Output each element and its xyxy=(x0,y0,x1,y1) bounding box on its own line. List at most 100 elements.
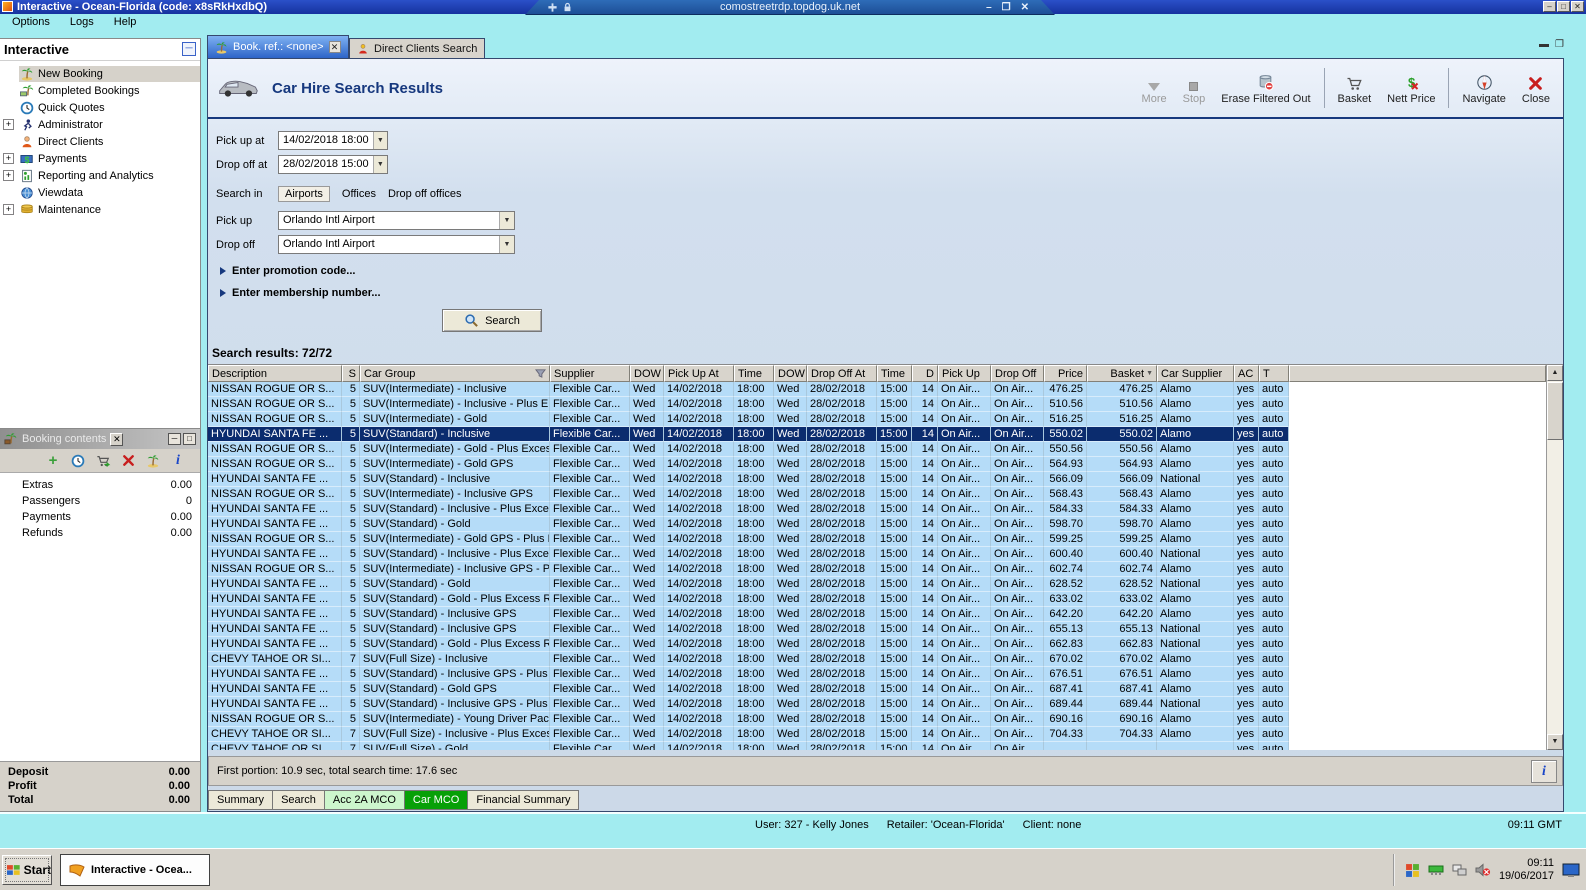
table-row[interactable]: HYUNDAI SANTA FE ... 5 SUV(Standard) - Inc… xyxy=(208,427,1546,442)
start-button[interactable]: Start xyxy=(2,855,52,885)
sidebar-collapse-button[interactable]: ─ xyxy=(182,42,196,56)
sidebar-item-direct-clients[interactable]: Direct Clients xyxy=(0,133,200,150)
sidebar-item-reporting-analytics[interactable]: + Reporting and Analytics xyxy=(0,167,200,184)
sidebar-item-payments[interactable]: + $ Payments xyxy=(0,150,200,167)
more-button[interactable]: More xyxy=(1135,70,1174,108)
delete-icon[interactable] xyxy=(120,453,136,469)
column-header-car-group[interactable]: Car Group xyxy=(360,365,550,382)
column-header-dow[interactable]: DOW xyxy=(774,365,807,382)
menu-help[interactable]: Help xyxy=(106,14,145,31)
tray-network-card-icon[interactable] xyxy=(1428,864,1444,876)
scroll-up-icon[interactable]: ▲ xyxy=(1547,365,1563,381)
column-header-time[interactable]: Time xyxy=(877,365,912,382)
rdp-close-button[interactable]: ✕ xyxy=(1021,2,1029,13)
column-header-description[interactable]: Description xyxy=(208,365,342,382)
dropoff-location-select[interactable]: Orlando Intl Airport ▼ xyxy=(278,235,515,254)
scroll-thumb[interactable] xyxy=(1547,382,1563,440)
table-row[interactable]: NISSAN ROGUE OR S... 5 SUV(Intermediate) -… xyxy=(208,532,1546,547)
tray-connection-icon[interactable] xyxy=(1452,864,1467,877)
booking-palm-button[interactable] xyxy=(145,453,161,469)
table-row[interactable]: NISSAN ROGUE OR S... 5 SUV(Intermediate) -… xyxy=(208,412,1546,427)
taskbar-item-interactive[interactable]: Interactive - Ocea... xyxy=(60,854,210,886)
search-in-tab-dropoff-offices[interactable]: Drop off offices xyxy=(388,188,462,200)
window-maximize-button[interactable]: □ xyxy=(1557,1,1570,12)
table-row[interactable]: CHEVY TAHOE OR SI... 7 SUV(Full Size) - In… xyxy=(208,727,1546,742)
column-header-drop-off[interactable]: Drop Off xyxy=(991,365,1044,382)
column-header-supplier[interactable]: Supplier xyxy=(550,365,630,382)
membership-expander[interactable]: Enter membership number... xyxy=(220,287,1563,299)
chevron-down-icon[interactable]: ▼ xyxy=(372,132,387,149)
info-button[interactable]: i xyxy=(1531,760,1557,783)
close-icon[interactable]: ✕ xyxy=(110,432,124,446)
pickup-location-select[interactable]: Orlando Intl Airport ▼ xyxy=(278,211,515,230)
table-row[interactable]: NISSAN ROGUE OR S... 5 SUV(Intermediate) -… xyxy=(208,397,1546,412)
navigate-button[interactable]: Navigate xyxy=(1455,70,1512,108)
table-row[interactable]: NISSAN ROGUE OR S... 5 SUV(Intermediate) -… xyxy=(208,712,1546,727)
table-row[interactable]: HYUNDAI SANTA FE ... 5 SUV(Standard) - Inc… xyxy=(208,697,1546,712)
table-row[interactable]: HYUNDAI SANTA FE ... 5 SUV(Standard) - Gol… xyxy=(208,682,1546,697)
table-row[interactable]: CHEVY TAHOE OR SI... 7 SUV(Full Size) - Go… xyxy=(208,742,1546,750)
tabgroup-restore-icon[interactable]: ❐ xyxy=(1555,39,1564,50)
table-row[interactable]: NISSAN ROGUE OR S... 5 SUV(Intermediate) -… xyxy=(208,442,1546,457)
panel-minimize-button[interactable]: ─ xyxy=(168,433,181,445)
sidebar-item-maintenance[interactable]: + Maintenance xyxy=(0,201,200,218)
expand-icon[interactable]: + xyxy=(3,170,14,181)
column-header-pick-up-at[interactable]: Pick Up At xyxy=(664,365,734,382)
table-row[interactable]: HYUNDAI SANTA FE ... 5 SUV(Standard) - Inc… xyxy=(208,622,1546,637)
close-panel-button[interactable]: Close xyxy=(1515,70,1557,108)
tab-financial-summary[interactable]: Financial Summary xyxy=(468,790,580,810)
rdp-restore-button[interactable]: ❐ xyxy=(1002,2,1011,13)
search-button[interactable]: Search xyxy=(442,309,542,332)
column-header-d[interactable]: D xyxy=(912,365,938,382)
filter-icon[interactable] xyxy=(535,368,546,379)
table-row[interactable]: NISSAN ROGUE OR S... 5 SUV(Intermediate) -… xyxy=(208,562,1546,577)
pickup-at-field[interactable]: 14/02/2018 18:00 ▼ xyxy=(278,131,388,150)
table-row[interactable]: HYUNDAI SANTA FE ... 5 SUV(Standard) - Gol… xyxy=(208,517,1546,532)
sidebar-item-completed-bookings[interactable]: Completed Bookings xyxy=(0,82,200,99)
scroll-down-icon[interactable]: ▼ xyxy=(1547,734,1563,750)
chevron-down-icon[interactable]: ▼ xyxy=(372,156,387,173)
sidebar-item-administrator[interactable]: + Administrator xyxy=(0,116,200,133)
expand-icon[interactable]: + xyxy=(3,204,14,215)
tray-display-icon[interactable] xyxy=(1562,863,1580,878)
table-row[interactable]: HYUNDAI SANTA FE ... 5 SUV(Standard) - Gol… xyxy=(208,592,1546,607)
sidebar-item-viewdata[interactable]: Viewdata xyxy=(0,184,200,201)
column-header-basket[interactable]: Basket ▼ xyxy=(1087,365,1157,382)
stop-button[interactable]: Stop xyxy=(1176,70,1213,108)
tab-summary[interactable]: Summary xyxy=(208,790,274,810)
nett-price-button[interactable]: $ Nett Price xyxy=(1380,70,1442,108)
menu-logs[interactable]: Logs xyxy=(62,14,102,31)
table-row[interactable]: HYUNDAI SANTA FE ... 5 SUV(Standard) - Gol… xyxy=(208,637,1546,652)
table-row[interactable]: NISSAN ROGUE OR S... 5 SUV(Intermediate) -… xyxy=(208,487,1546,502)
column-header-ac[interactable]: AC xyxy=(1234,365,1259,382)
add-item-button[interactable]: + xyxy=(45,452,61,469)
expand-icon[interactable]: + xyxy=(3,153,14,164)
dropoff-at-field[interactable]: 28/02/2018 15:00 ▼ xyxy=(278,155,388,174)
erase-filtered-button[interactable]: Erase Filtered Out xyxy=(1214,70,1317,108)
column-header-s[interactable]: S xyxy=(342,365,360,382)
table-row[interactable]: NISSAN ROGUE OR S... 5 SUV(Intermediate) -… xyxy=(208,382,1546,397)
quote-clock-button[interactable] xyxy=(70,453,86,469)
panel-maximize-button[interactable]: □ xyxy=(183,433,196,445)
search-in-tab-offices[interactable]: Offices xyxy=(342,188,376,200)
rdp-minimize-button[interactable]: – xyxy=(986,2,992,13)
tab-direct-clients-search[interactable]: Direct Clients Search xyxy=(349,38,486,58)
pin-icon[interactable] xyxy=(547,2,558,13)
expand-icon[interactable]: + xyxy=(3,119,14,130)
sidebar-item-new-booking[interactable]: New Booking xyxy=(0,65,200,82)
promo-code-expander[interactable]: Enter promotion code... xyxy=(220,265,1563,277)
column-header-pick-up[interactable]: Pick Up xyxy=(938,365,991,382)
search-in-tab-airports[interactable]: Airports xyxy=(278,185,330,202)
window-minimize-button[interactable]: – xyxy=(1543,1,1556,12)
chevron-down-icon[interactable]: ▼ xyxy=(499,236,514,253)
table-row[interactable]: HYUNDAI SANTA FE ... 5 SUV(Standard) - Inc… xyxy=(208,502,1546,517)
tab-booking-ref[interactable]: Book. ref.: <none> ✕ xyxy=(207,35,349,58)
table-row[interactable]: HYUNDAI SANTA FE ... 5 SUV(Standard) - Inc… xyxy=(208,667,1546,682)
tab-car-mco[interactable]: Car MCO xyxy=(404,790,469,810)
tab-search[interactable]: Search xyxy=(273,790,325,810)
info-icon[interactable]: i xyxy=(170,453,186,469)
table-row[interactable]: CHEVY TAHOE OR SI... 7 SUV(Full Size) - In… xyxy=(208,652,1546,667)
column-header-t[interactable]: T xyxy=(1259,365,1289,382)
tab-close-icon[interactable]: ✕ xyxy=(328,41,341,53)
vertical-scrollbar[interactable]: ▲ ▼ xyxy=(1546,365,1563,750)
